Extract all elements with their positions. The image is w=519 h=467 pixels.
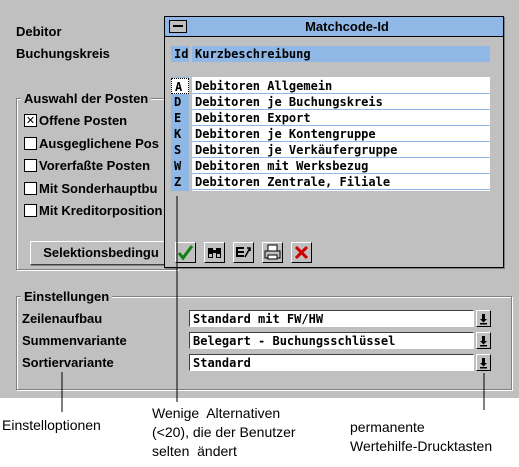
annotation-wenige-alternativen: Wenige Alternativen (<20), die der Benut… (152, 404, 296, 461)
annotation-wertehilfe: permanente Wertehilfe-Drucktasten (350, 418, 492, 456)
annotation-line: Wenige Alternativen (152, 405, 281, 421)
annotation-line: Wertehilfe-Drucktasten (350, 438, 493, 454)
annotation-line: permanente (350, 419, 425, 435)
annotation-einstelloptionen: Einstelloptionen (2, 417, 101, 433)
annotation-lines (61, 196, 485, 412)
annotation-line: selten ändert (152, 443, 237, 459)
annotation-line: (<20), die der Benutzer (152, 424, 296, 440)
